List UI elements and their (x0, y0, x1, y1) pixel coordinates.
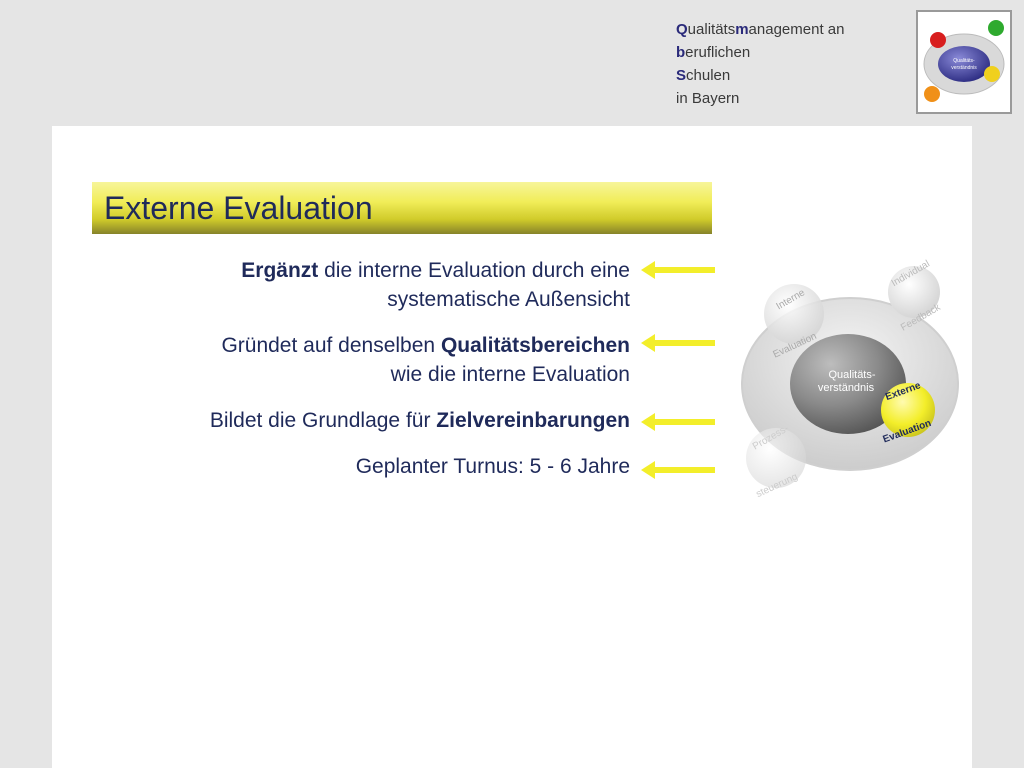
logo-center-text: Qualitäts- (953, 58, 975, 64)
slide-title: Externe Evaluation (104, 189, 373, 226)
wheel-center-label: Qualitäts- (828, 369, 875, 381)
bullet-text: die interne Evaluation durch eine (318, 259, 630, 282)
bullet-bold-text: Zielvereinbarungen (436, 409, 630, 432)
bullet-text: wie die interne Evaluation (390, 363, 630, 386)
arrow-left-icon (641, 261, 715, 279)
slide-content-area: Externe Evaluation Ergänzt die interne E… (52, 126, 972, 768)
header-text: anagement an (748, 21, 845, 38)
quality-wheel-logo-icon: Qualitäts- verständnis (923, 20, 1005, 102)
header-accent: m (735, 21, 749, 38)
header-line-4: in Bayern (676, 87, 906, 110)
title-bar: Externe Evaluation (92, 182, 712, 234)
bullet-item: Bildet die Grundlage für Zielvereinbarun… (102, 406, 630, 435)
arrow-left-icon (641, 334, 715, 352)
bullet-text: Bildet die Grundlage für (209, 409, 437, 432)
bullet-item: Ergänzt die interne Evaluation durch ein… (102, 256, 630, 314)
bullet-text: Gründet auf denselben (221, 334, 441, 357)
header-line-1: Qualitätsmanagement an (676, 18, 906, 41)
bullet-list: Ergänzt die interne Evaluation durch ein… (102, 256, 630, 498)
logo-center-text: verständnis (951, 65, 977, 71)
header-organization-text: Qualitätsmanagement an beruflichen Schul… (676, 18, 906, 110)
header-line-2: beruflichen (676, 41, 906, 64)
header-text: ualitäts (687, 21, 736, 38)
header-accent: Q (676, 21, 688, 38)
arrow-left-icon (641, 413, 715, 431)
header-text: in Bayern (676, 90, 740, 107)
bullet-item: Gründet auf denselben Qualitätsbereichen… (102, 331, 630, 389)
header-line-3: Schulen (676, 64, 906, 87)
quality-wheel-diagram: Qualitäts- verständnis Interne Evaluatio… (741, 259, 959, 500)
bullet-text: Geplanter Turnus: 5 - 6 Jahre (355, 455, 630, 478)
bullet-text: systematische Außensicht (387, 288, 630, 311)
logo: Qualitäts- verständnis (916, 10, 1012, 114)
arrow-left-icon (641, 461, 715, 479)
bullet-item: Geplanter Turnus: 5 - 6 Jahre (102, 452, 630, 481)
wheel-center-label: verständnis (818, 382, 875, 394)
bullet-bold-text: Ergänzt (241, 259, 319, 282)
header-text: eruflichen (685, 44, 751, 61)
header-accent: S (676, 67, 687, 84)
bullet-bold-text: Qualitätsbereichen (440, 334, 630, 357)
header-accent: b (676, 44, 686, 61)
header-text: chulen (686, 67, 731, 84)
